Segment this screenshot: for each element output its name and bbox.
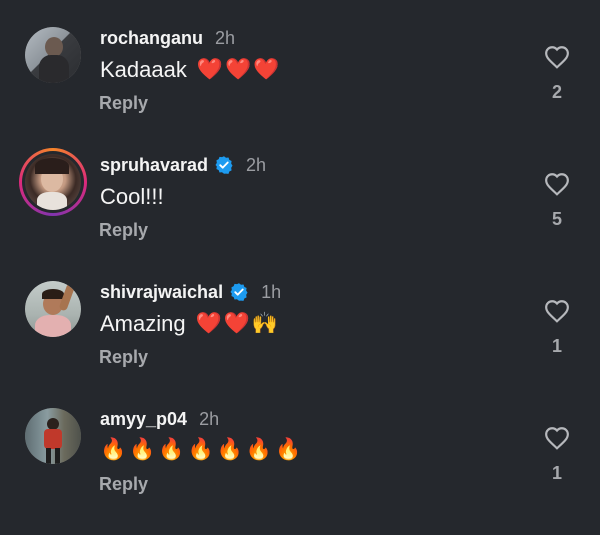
like-count: 1	[551, 463, 562, 483]
timestamp: 1h	[261, 281, 282, 302]
comment-text: 🔥 🔥 🔥 🔥 🔥 🔥 🔥	[100, 438, 301, 462]
comment-body: Cool!!!	[100, 184, 164, 209]
like-button[interactable]	[543, 45, 571, 69]
heart-emoji: ❤️	[225, 58, 252, 81]
heart-emoji: ❤️	[223, 312, 250, 335]
heart-emoji: ❤️	[195, 312, 222, 335]
reply-button[interactable]: Reply	[99, 93, 148, 114]
comment-header: rochanganu 2h	[100, 27, 235, 49]
reply-button[interactable]: Reply	[99, 220, 148, 241]
reply-button[interactable]: Reply	[99, 347, 148, 368]
fire-emoji: 🔥	[245, 438, 272, 461]
like-button[interactable]	[543, 426, 571, 450]
fire-emoji: 🔥	[216, 438, 243, 461]
reply-button[interactable]: Reply	[99, 474, 148, 495]
comment-item: shivrajwaichal 1h Amazing ❤️ ❤️ 🙌 Reply …	[0, 281, 600, 408]
verified-badge-icon	[230, 283, 248, 301]
comment-header: shivrajwaichal 1h	[100, 281, 281, 303]
verified-badge-icon	[215, 156, 233, 174]
username[interactable]: spruhavarad	[100, 155, 208, 176]
fire-emoji: 🔥	[187, 438, 214, 461]
comment-body: Kadaaak	[100, 57, 187, 82]
fire-emoji: 🔥	[274, 438, 302, 461]
fire-emoji: 🔥	[100, 438, 127, 461]
like-count: 5	[551, 209, 562, 229]
heart-outline-icon	[545, 46, 569, 69]
timestamp: 2h	[215, 27, 236, 48]
like-button[interactable]	[543, 172, 571, 196]
heart-outline-icon	[545, 173, 569, 196]
comment-item: rochanganu 2h Kadaaak ❤️ ❤️ ❤️ Reply 2	[0, 27, 600, 154]
timestamp: 2h	[199, 408, 220, 429]
raised-hands-emoji: 🙌	[251, 312, 279, 335]
timestamp: 2h	[246, 154, 267, 175]
username[interactable]: amyy_p04	[100, 409, 187, 430]
comment-header: spruhavarad 2h	[100, 154, 266, 176]
comment-item: amyy_p04 2h 🔥 🔥 🔥 🔥 🔥 🔥 🔥 Reply 1	[0, 408, 600, 535]
heart-emoji: ❤️	[253, 58, 280, 81]
heart-outline-icon	[545, 300, 569, 323]
avatar[interactable]	[19, 148, 87, 216]
comments-list: rochanganu 2h Kadaaak ❤️ ❤️ ❤️ Reply 2 s…	[0, 0, 600, 521]
like-button[interactable]	[543, 299, 571, 323]
username[interactable]: rochanganu	[100, 28, 203, 49]
avatar[interactable]	[25, 281, 81, 337]
fire-emoji: 🔥	[129, 438, 156, 461]
heart-emoji: ❤️	[196, 58, 224, 81]
username[interactable]: shivrajwaichal	[100, 282, 223, 303]
comment-text: Cool!!!	[100, 184, 164, 210]
heart-outline-icon	[545, 427, 569, 450]
avatar[interactable]	[25, 408, 81, 464]
like-count: 1	[551, 336, 562, 356]
comment-text: Kadaaak ❤️ ❤️ ❤️	[100, 57, 279, 83]
comment-header: amyy_p04 2h	[100, 408, 219, 430]
avatar[interactable]	[25, 27, 81, 83]
fire-emoji: 🔥	[158, 438, 185, 461]
comment-text: Amazing ❤️ ❤️ 🙌	[100, 311, 278, 337]
comment-item: spruhavarad 2h Cool!!! Reply 5	[0, 154, 600, 281]
comment-body: Amazing	[100, 311, 186, 336]
like-count: 2	[551, 82, 562, 102]
